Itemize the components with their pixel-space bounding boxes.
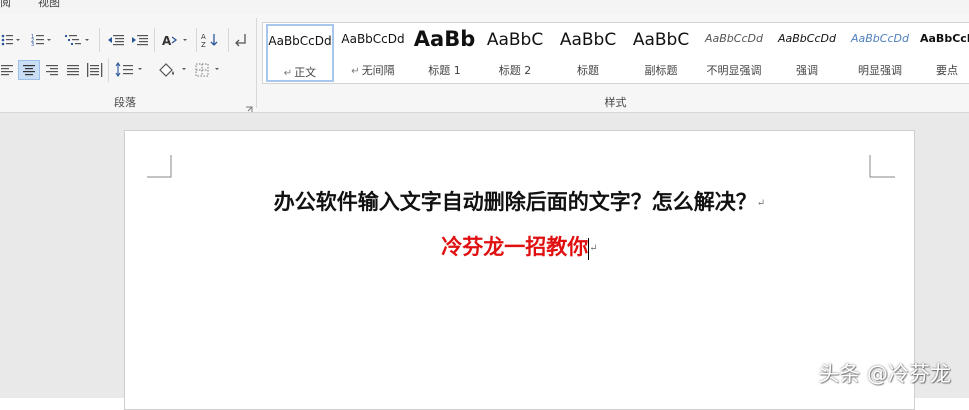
borders-icon bbox=[195, 63, 219, 77]
line-spacing-button[interactable] bbox=[114, 60, 146, 80]
shading-button[interactable] bbox=[156, 60, 190, 80]
increase-indent-button[interactable] bbox=[130, 30, 150, 50]
separator bbox=[108, 58, 109, 82]
multilevel-list-button[interactable] bbox=[64, 30, 92, 50]
group-separator bbox=[256, 18, 257, 108]
tab-review[interactable]: 阅 bbox=[0, 0, 11, 10]
paragraph-dialog-launcher-icon[interactable] bbox=[245, 99, 253, 112]
style-name-label: 明显强调 bbox=[858, 64, 902, 77]
style-emphasis[interactable]: AaBbCcDd 强调 bbox=[772, 24, 842, 82]
paint-bucket-icon bbox=[159, 63, 186, 77]
style-sample: AaBbC bbox=[486, 30, 544, 50]
document-title-line[interactable]: 办公软件输入文字自动删除后面的文字？怎么解决？↵ bbox=[125, 186, 914, 216]
document-page[interactable]: 办公软件输入文字自动删除后面的文字？怎么解决？↵ 冷芬龙一招教你↵ bbox=[124, 130, 915, 410]
style-sample: AaBb bbox=[413, 27, 476, 51]
separator bbox=[154, 28, 155, 52]
chinese-layout-button[interactable]: A bbox=[160, 30, 190, 50]
style-subtle-emphasis[interactable]: AaBbCcDd 不明显强调 bbox=[699, 24, 769, 82]
svg-text:Z: Z bbox=[201, 41, 206, 48]
watermark: 头条 @冷芬龙 bbox=[818, 362, 951, 386]
style-sample: AaBbCcDd bbox=[705, 32, 763, 45]
separator bbox=[99, 28, 100, 52]
decrease-indent-icon bbox=[108, 35, 124, 46]
style-name-label: 标题 1 bbox=[428, 64, 461, 77]
svg-text:3: 3 bbox=[31, 42, 34, 47]
style-name-label: 强调 bbox=[796, 64, 818, 77]
style-heading-1[interactable]: AaBb 标题 1 bbox=[412, 24, 477, 82]
align-left-button[interactable] bbox=[0, 60, 16, 80]
style-name-label: 标题 2 bbox=[498, 64, 532, 77]
style-no-spacing[interactable]: AaBbCcDd ↵ 无间隔 bbox=[337, 24, 409, 82]
document-subtitle: 冷芬龙一招教你 bbox=[441, 234, 589, 259]
paragraph-mark: ↵ bbox=[756, 198, 766, 209]
distributed-align-icon bbox=[87, 63, 103, 77]
document-title: 办公软件输入文字自动删除后面的文字？怎么解决？ bbox=[273, 189, 757, 214]
crop-mark-top-left bbox=[147, 155, 172, 178]
sort-button[interactable]: A Z bbox=[200, 30, 222, 50]
style-strong[interactable]: AaBbCcDd 要点 bbox=[918, 24, 969, 82]
style-sample: AaBbCcDd bbox=[778, 32, 836, 45]
chinese-layout-icon: A bbox=[162, 34, 187, 47]
numbered-list-icon: 1 2 3 bbox=[31, 34, 51, 47]
justify-button[interactable] bbox=[64, 60, 82, 80]
multilevel-list-icon bbox=[65, 35, 89, 45]
tab-view[interactable]: 视图 bbox=[38, 0, 60, 10]
svg-text:A: A bbox=[162, 34, 172, 47]
style-intense-emphasis[interactable]: AaBbCcDd 明显强调 bbox=[845, 24, 915, 82]
ribbon: 1 2 3 A A Z 段落 AaBbCcDd ↵ 正文 AaBbCcDd ↵ … bbox=[0, 14, 969, 113]
style-sample: AaBbC bbox=[632, 30, 690, 50]
separator bbox=[196, 28, 197, 52]
bullets-button[interactable] bbox=[0, 30, 22, 50]
numbering-button[interactable]: 1 2 3 bbox=[30, 30, 54, 50]
align-left-icon bbox=[1, 65, 13, 76]
style-name-label: 标题 bbox=[577, 64, 599, 77]
style-normal[interactable]: AaBbCcDd ↵ 正文 bbox=[266, 24, 334, 82]
style-name-label: ↵ 正文 bbox=[283, 66, 317, 79]
increase-indent-icon bbox=[132, 35, 148, 46]
paragraph-mark-icon bbox=[235, 34, 246, 47]
style-sample: AaBbCcDd bbox=[851, 32, 909, 45]
document-subtitle-line[interactable]: 冷芬龙一招教你↵ bbox=[125, 231, 914, 261]
bullet-list-icon bbox=[1, 34, 20, 46]
borders-button[interactable] bbox=[194, 60, 224, 80]
style-subtitle[interactable]: AaBbC 副标题 bbox=[626, 24, 696, 82]
style-name-label: 要点 bbox=[936, 64, 958, 77]
style-name-label: 副标题 bbox=[644, 64, 678, 77]
distributed-button[interactable] bbox=[86, 60, 104, 80]
line-spacing-icon bbox=[115, 62, 142, 77]
justify-icon bbox=[67, 65, 79, 76]
paragraph-mark: ↵ bbox=[589, 243, 598, 254]
style-sample: AaBbC bbox=[559, 30, 617, 50]
ribbon-tab-bar: 阅 视图 bbox=[0, 0, 969, 14]
align-right-button[interactable] bbox=[42, 60, 60, 80]
style-sample: AaBbCcDd bbox=[920, 32, 969, 45]
align-center-icon bbox=[23, 65, 35, 76]
align-right-icon bbox=[46, 65, 58, 76]
paragraph-group-label: 段落 bbox=[114, 96, 136, 109]
style-title[interactable]: AaBbC 标题 bbox=[553, 24, 623, 82]
decrease-indent-button[interactable] bbox=[106, 30, 126, 50]
styles-group-label: 样式 bbox=[604, 96, 627, 109]
style-name-label: ↵ 无间隔 bbox=[351, 64, 395, 77]
style-heading-2[interactable]: AaBbC 标题 2 bbox=[480, 24, 550, 82]
crop-mark-top-right bbox=[869, 155, 895, 178]
separator bbox=[228, 28, 229, 52]
style-sample: AaBbCcDd bbox=[341, 32, 405, 46]
styles-gallery: AaBbCcDd ↵ 正文 AaBbCcDd ↵ 无间隔 AaBb 标题 1 AaB… bbox=[262, 22, 969, 84]
align-center-button[interactable] bbox=[18, 60, 40, 80]
sort-icon: A Z bbox=[201, 33, 218, 48]
show-marks-button[interactable] bbox=[232, 30, 252, 50]
svg-text:A: A bbox=[201, 33, 206, 41]
style-name-label: 不明显强调 bbox=[706, 64, 762, 77]
style-sample: AaBbCcDd bbox=[268, 34, 332, 48]
